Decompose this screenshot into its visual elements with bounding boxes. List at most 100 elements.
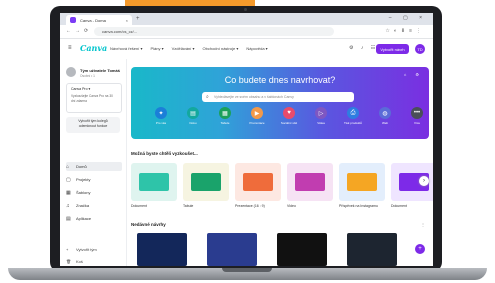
create-team-card[interactable]: Vytvořit tým kolegů odemknout funkce xyxy=(66,117,120,133)
category-label: Více xyxy=(413,121,420,125)
templates-section-title: Možná byste chtěli vyzkoušet... xyxy=(131,151,198,156)
category-shortcut[interactable]: ▶ Prezentace xyxy=(245,107,269,126)
category-icon: ◍ xyxy=(379,107,391,119)
more-options-icon[interactable]: ⋮ xyxy=(421,222,425,227)
header-icons[interactable]: ⚙ ♪ ☷ xyxy=(349,45,378,51)
scroll-right-button[interactable]: › xyxy=(419,176,429,186)
create-team-link[interactable]: + Vytvořit tým xyxy=(66,245,122,254)
menu-help[interactable]: Nápověda ▾ xyxy=(246,46,267,51)
template-card[interactable]: Příspěvek na Instagramu xyxy=(339,163,385,208)
profile-avatar[interactable] xyxy=(66,67,76,77)
trash-label: Koš xyxy=(76,259,83,264)
plus-icon: + xyxy=(66,247,69,252)
template-card[interactable]: Prezentace (16 : 9) xyxy=(235,163,281,208)
template-thumbnail xyxy=(131,163,177,201)
category-shortcut[interactable]: ▤ Doku xyxy=(181,107,205,126)
laptop-notch xyxy=(222,268,272,272)
category-icon: ▷ xyxy=(315,107,327,119)
category-label: Prezentace xyxy=(249,121,265,125)
create-design-button[interactable]: Vytvořit návrh xyxy=(376,44,409,54)
sidebar-item-label: Domů xyxy=(76,164,87,169)
profile-name[interactable]: Tým uživatele Tomáš xyxy=(80,68,120,73)
category-icon: ⎙ xyxy=(347,107,359,119)
create-team-label: Vytvořit tým xyxy=(76,247,97,252)
sidebar-item-brand[interactable]: ♫ Značka xyxy=(66,201,122,210)
templates-icon: ▦ xyxy=(66,189,71,196)
category-shortcut[interactable]: ♥ Sociální sítě xyxy=(277,107,301,126)
template-preview-graphic xyxy=(295,173,325,191)
category-label: Tisk produktů xyxy=(344,121,362,125)
category-shortcut[interactable]: ▦ Tabule xyxy=(213,107,237,126)
help-fab-button[interactable]: + xyxy=(415,244,425,254)
sidebar: Tým uživatele Tomáš Osobní • 1 Canva Pro… xyxy=(60,59,127,266)
template-preview-graphic xyxy=(347,173,377,191)
profile-subtitle: Osobní • 1 xyxy=(80,74,95,78)
trial-text: Vyzkoušejte Canva Pro na 30 dní zdarma xyxy=(71,94,113,103)
template-thumbnail xyxy=(287,163,333,201)
search-placeholder: Vyhledávejte ve svém obsahu a v šablonác… xyxy=(214,95,294,99)
menu-plans[interactable]: Plány ▾ xyxy=(150,46,163,51)
category-label: Tabule xyxy=(220,121,230,125)
menu-business[interactable]: Obchodní nástroje ▾ xyxy=(203,46,239,51)
template-preview-graphic xyxy=(139,173,169,191)
category-label: Sociální sítě xyxy=(280,121,298,125)
category-icon: ✦ xyxy=(155,107,167,119)
pro-trial-card[interactable]: Canva Pro ▾ Vyzkoušejte Canva Pro na 30 … xyxy=(66,83,122,113)
window-controls[interactable]: – ▢ × xyxy=(389,15,427,21)
sidebar-item-home[interactable]: ⌂ Domů xyxy=(66,162,122,171)
sidebar-item-label: Projekty xyxy=(76,177,91,182)
canva-favicon-icon xyxy=(70,17,76,23)
category-shortcut[interactable]: ◍ Web xyxy=(373,107,397,126)
template-card[interactable]: Tabule xyxy=(183,163,229,208)
hamburger-menu-icon[interactable]: ≡ xyxy=(68,45,72,51)
category-shortcut[interactable]: ✦ Pro vás xyxy=(149,107,173,126)
menu-education[interactable]: Vzdělávání ▾ xyxy=(172,46,195,51)
sidebar-item-projects[interactable]: ▢ Projekty xyxy=(66,175,122,184)
search-icon: ⌕ xyxy=(206,93,209,100)
user-avatar[interactable]: TD xyxy=(415,44,425,54)
main-content: ⌂ ⚙ Co budete dnes navrhovat? ⌕ Vyhledáv… xyxy=(127,59,433,266)
navigation-icons[interactable]: ←→⟳ xyxy=(66,28,92,34)
recent-section-title: Nedávné návrhy xyxy=(131,222,166,227)
banner-title: Co budete dnes navrhovat? xyxy=(224,75,336,85)
template-card[interactable]: Dokument xyxy=(131,163,177,208)
browser-tab[interactable]: Canva - Doma × xyxy=(66,15,132,25)
category-icon: ♥ xyxy=(283,107,295,119)
recent-design-thumbnail[interactable] xyxy=(347,233,397,266)
sidebar-item-label: Aplikace xyxy=(76,216,92,221)
sidebar-item-label: Šablony xyxy=(76,190,91,195)
address-bar[interactable]: canva.com/cs_cz/... xyxy=(94,27,334,36)
template-thumbnail xyxy=(339,163,385,201)
hero-banner: ⌂ ⚙ Co budete dnes navrhovat? ⌕ Vyhledáv… xyxy=(131,67,429,139)
sidebar-item-apps[interactable]: ▤ Aplikace xyxy=(66,214,122,223)
template-thumbnail xyxy=(183,163,229,201)
category-shortcut[interactable]: ⎙ Tisk produktů xyxy=(341,107,365,126)
folder-icon: ▢ xyxy=(66,176,71,183)
browser-tab-bar: Canva - Doma × + – ▢ × xyxy=(60,13,433,25)
browser-extension-icons[interactable]: ☆◐⬇≡⋮ xyxy=(385,28,425,34)
template-label: Dokument xyxy=(391,204,407,208)
template-card[interactable]: Dokument xyxy=(391,163,433,208)
trash-link[interactable]: 🗑 Koš xyxy=(66,257,122,266)
sidebar-item-templates[interactable]: ▦ Šablony xyxy=(66,188,122,197)
search-input[interactable]: ⌕ Vyhledávejte ve svém obsahu a v šablon… xyxy=(202,92,354,102)
template-label: Video xyxy=(287,204,296,208)
recent-design-thumbnail[interactable] xyxy=(137,233,187,266)
category-icon: ▤ xyxy=(187,107,199,119)
template-card[interactable]: Video xyxy=(287,163,333,208)
category-shortcut[interactable]: ▷ Videa xyxy=(309,107,333,126)
webcam xyxy=(244,8,247,11)
category-icon: ••• xyxy=(411,107,423,119)
trash-icon: 🗑 xyxy=(66,259,72,264)
menu-design-spotlight[interactable]: Návrhová řešení ▾ xyxy=(110,46,142,51)
category-icon: ▶ xyxy=(251,107,263,119)
new-tab-button[interactable]: + xyxy=(136,16,140,22)
top-menu: Návrhová řešení ▾ Plány ▾ Vzdělávání ▾ O… xyxy=(110,46,268,51)
category-shortcut[interactable]: ••• Více xyxy=(405,107,429,126)
recent-design-thumbnail[interactable] xyxy=(277,233,327,266)
recent-design-thumbnail[interactable] xyxy=(207,233,257,266)
close-tab-icon[interactable]: × xyxy=(126,18,128,23)
canva-logo[interactable]: Canva xyxy=(80,43,107,53)
home-icon: ⌂ xyxy=(66,163,70,170)
template-label: Dokument xyxy=(131,204,147,208)
